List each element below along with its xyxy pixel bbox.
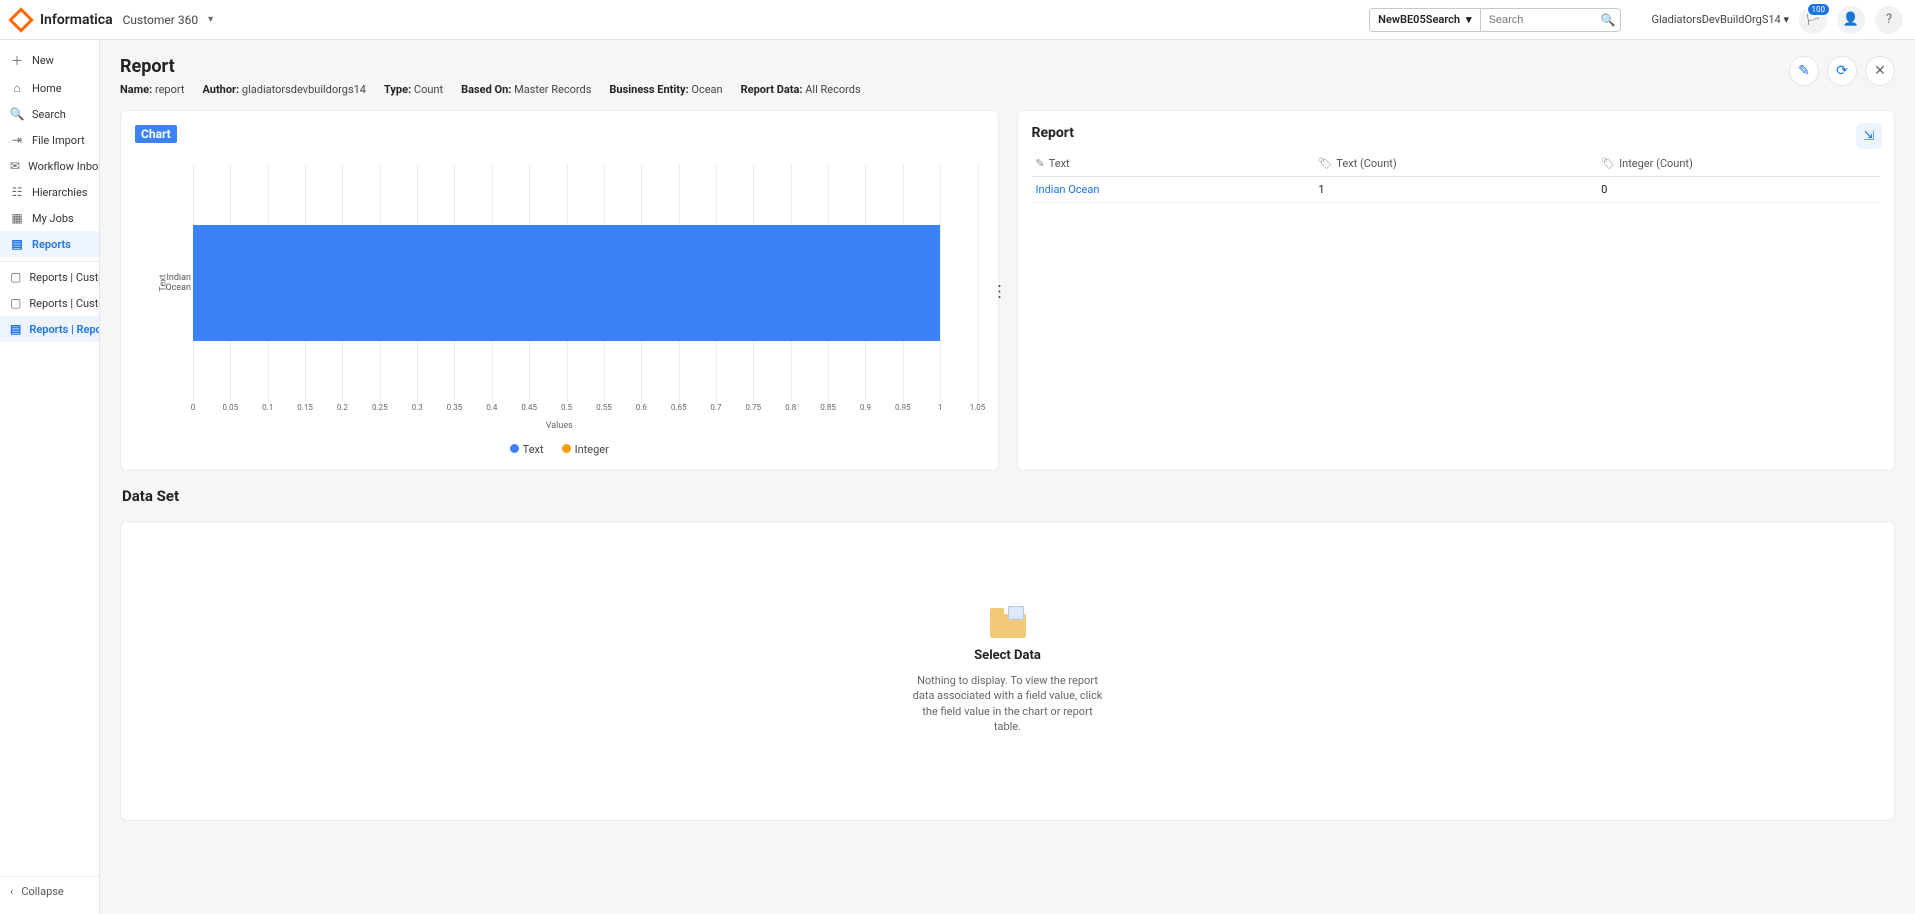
logo-icon: [8, 7, 33, 32]
import-icon: ⇥: [10, 133, 24, 147]
select-data-subtitle: Nothing to display. To view the report d…: [908, 673, 1108, 735]
doc-icon: ▢: [10, 270, 21, 284]
notification-badge: 100: [1808, 4, 1830, 15]
sidebar-item-reports-custom-1[interactable]: ▢ Reports | Custom...: [0, 261, 99, 290]
sidebar-item-label: Search: [32, 108, 66, 121]
chart-panel: Chart ⋮ Text Indian Ocean 00.050.10.150.…: [120, 110, 999, 471]
sidebar-item-label: Reports: [32, 238, 71, 251]
collapse-label: Collapse: [21, 885, 63, 898]
panel-more-button[interactable]: ⋮: [992, 281, 1008, 300]
sidebar-item-reports[interactable]: ▤ Reports: [0, 231, 99, 257]
chevron-left-icon: ‹: [10, 885, 13, 898]
export-button[interactable]: ⇲: [1856, 123, 1882, 149]
page-title: Report: [120, 56, 861, 77]
sidebar-item-reports-report[interactable]: ▤ Reports | Report: [0, 316, 99, 342]
chevron-down-icon[interactable]: ▾: [208, 14, 213, 25]
chart-x-axis-label: Values: [135, 421, 984, 431]
help-button[interactable]: ?: [1875, 6, 1903, 34]
chart-bar-text[interactable]: [193, 225, 940, 341]
legend-item-text[interactable]: Text: [510, 443, 544, 456]
search-icon: 🔍: [10, 107, 24, 121]
tag-icon: 🏷: [1318, 157, 1332, 170]
tag-icon: 🏷: [1601, 157, 1615, 170]
report-table: ✎Text 🏷Text (Count) 🏷Integer (Count) Ind…: [1032, 151, 1881, 203]
jobs-icon: ▦: [10, 211, 24, 225]
chevron-down-icon: ▾: [1466, 13, 1472, 26]
chart-badge: Chart: [135, 125, 177, 143]
sidebar-item-label: Home: [32, 82, 62, 95]
sidebar-item-my-jobs[interactable]: ▦ My Jobs: [0, 205, 99, 231]
close-button[interactable]: ✕: [1865, 56, 1895, 86]
report-table-panel: Report ⇲ ✎Text 🏷Text (Count) 🏷Integer (C…: [1017, 110, 1896, 471]
sidebar-item-label: Workflow Inbox: [28, 160, 99, 173]
cell-text-count: 1: [1314, 177, 1597, 203]
text-column-icon: ✎: [1036, 157, 1045, 170]
sidebar-item-label: Reports | Custom...: [29, 271, 99, 284]
cell-integer-count: 0: [1597, 177, 1880, 203]
table-row[interactable]: Indian Ocean 1 0: [1032, 177, 1881, 203]
chart-y-category: Indian Ocean: [145, 273, 191, 293]
business-entity-dropdown[interactable]: NewBE05Search ▾: [1369, 8, 1480, 32]
app-name[interactable]: Customer 360: [123, 13, 198, 27]
reports-icon: ▤: [10, 237, 24, 251]
report-meta: Name: report Author: gladiatorsdevbuildo…: [120, 83, 861, 96]
sidebar-item-new[interactable]: ＋ New: [0, 46, 99, 75]
home-icon: ⌂: [10, 81, 24, 95]
top-bar: Informatica Customer 360 ▾ NewBE05Search…: [0, 0, 1915, 40]
dataset-section-title: Data Set: [120, 485, 1895, 507]
sidebar-item-label: Reports | Custom...: [29, 297, 99, 310]
sidebar-item-hierarchies[interactable]: ☷ Hierarchies: [0, 179, 99, 205]
sidebar: ＋ New ⌂ Home 🔍 Search ⇥ File Import ✉ Workflo…: [0, 40, 100, 914]
user-button[interactable]: 👤: [1837, 6, 1865, 34]
chart-x-ticks: 00.050.10.150.20.250.30.350.40.450.50.55…: [193, 403, 978, 419]
main-content: Report Name: report Author: gladiatorsde…: [100, 40, 1915, 914]
column-text-count[interactable]: 🏷Text (Count): [1314, 151, 1597, 177]
hierarchy-icon: ☷: [10, 185, 24, 199]
sidebar-item-workflow-inbox[interactable]: ✉ Workflow Inbox: [0, 153, 99, 179]
inbox-icon: ✉: [10, 159, 20, 173]
select-data-title: Select Data: [974, 648, 1041, 663]
search-input[interactable]: [1481, 8, 1621, 32]
sidebar-item-search[interactable]: 🔍 Search: [0, 101, 99, 127]
plus-icon: ＋: [10, 52, 24, 69]
org-switcher[interactable]: GladiatorsDevBuildOrgS14 ▾: [1652, 13, 1789, 26]
sidebar-item-file-import[interactable]: ⇥ File Import: [0, 127, 99, 153]
business-entity-value: NewBE05Search: [1378, 13, 1460, 26]
doc-icon: ▢: [10, 296, 21, 310]
chart-legend: Text Integer: [135, 443, 984, 456]
sidebar-item-label: Reports | Report: [29, 323, 99, 336]
notifications-button[interactable]: 🏳 100: [1799, 6, 1827, 34]
cell-text[interactable]: Indian Ocean: [1032, 177, 1315, 203]
sidebar-collapse[interactable]: ‹ Collapse: [0, 876, 99, 906]
sidebar-item-label: File Import: [32, 134, 85, 147]
report-table-title: Report: [1032, 125, 1881, 141]
legend-item-integer[interactable]: Integer: [562, 443, 609, 456]
sidebar-item-label: New: [32, 54, 54, 67]
refresh-button[interactable]: ⟳: [1827, 56, 1857, 86]
sidebar-item-label: Hierarchies: [32, 186, 87, 199]
sidebar-item-label: My Jobs: [32, 212, 74, 225]
column-integer-count[interactable]: 🏷Integer (Count): [1597, 151, 1880, 177]
chart-plot-area[interactable]: Text Indian Ocean: [193, 163, 978, 403]
dataset-panel: Select Data Nothing to display. To view …: [120, 521, 1895, 821]
sidebar-item-reports-custom-2[interactable]: ▢ Reports | Custom...: [0, 290, 99, 316]
folder-icon: [988, 608, 1028, 638]
brand-name: Informatica: [40, 12, 113, 28]
column-text[interactable]: ✎Text: [1032, 151, 1315, 177]
edit-button[interactable]: ✎: [1789, 56, 1819, 86]
doc-icon: ▤: [10, 322, 21, 336]
sidebar-item-home[interactable]: ⌂ Home: [0, 75, 99, 101]
